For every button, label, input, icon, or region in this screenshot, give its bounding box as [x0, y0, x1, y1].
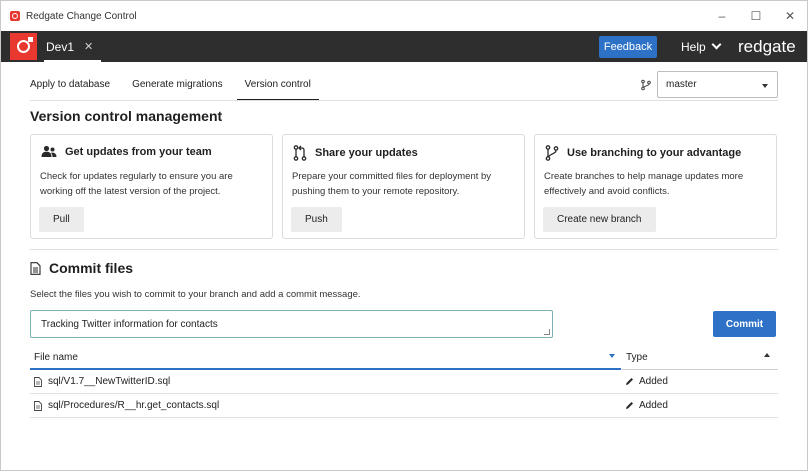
database-tab[interactable]: Dev1 ✕: [44, 31, 102, 62]
push-button[interactable]: Push: [291, 207, 342, 232]
page-title: Version control management: [30, 108, 223, 124]
type-cell: Added: [639, 400, 668, 411]
card-description: Create branches to help manage updates m…: [544, 171, 744, 197]
card-description: Prepare your committed files for deploym…: [292, 171, 492, 197]
maximize-button[interactable]: ☐: [739, 1, 773, 31]
main-nav: Apply to database Generate migrations Ve…: [30, 79, 333, 101]
card-branching: Use branching to your advantage Create b…: [534, 134, 777, 239]
commit-button[interactable]: Commit: [713, 311, 776, 337]
card-title: Share your updates: [315, 147, 418, 159]
branch-select-value: master: [666, 79, 697, 90]
commit-description: Select the files you wish to commit to y…: [30, 289, 361, 300]
window-title: Redgate Change Control: [26, 10, 137, 22]
branch-icon: [545, 145, 559, 161]
create-branch-button[interactable]: Create new branch: [543, 207, 656, 232]
git-branch-icon: [641, 79, 651, 91]
brand-wordmark: redgate: [738, 36, 796, 56]
card-share-updates: Share your updates Prepare your committe…: [282, 134, 525, 239]
sort-desc-icon[interactable]: [609, 354, 615, 358]
tab-apply-to-database[interactable]: Apply to database: [30, 79, 110, 101]
close-tab-icon[interactable]: ✕: [84, 40, 93, 53]
feedback-button[interactable]: Feedback: [599, 36, 657, 58]
help-label: Help: [681, 39, 706, 54]
team-icon: [41, 145, 57, 157]
tab-version-control[interactable]: Version control: [236, 79, 320, 101]
table-row[interactable]: sql/V1.7__NewTwitterID.sql Added: [30, 370, 778, 394]
file-icon: [34, 376, 42, 387]
card-title: Use branching to your advantage: [567, 147, 742, 159]
minimize-button[interactable]: –: [705, 1, 739, 31]
redgate-logo-icon: [10, 33, 37, 60]
file-name-cell: sql/V1.7__NewTwitterID.sql: [48, 376, 171, 387]
sort-asc-icon[interactable]: [764, 353, 770, 357]
column-header-file-name[interactable]: File name: [30, 350, 621, 370]
nav-divider: [30, 100, 778, 101]
help-menu-button[interactable]: Help: [681, 31, 722, 62]
card-get-updates: Get updates from your team Check for upd…: [30, 134, 273, 239]
close-window-button[interactable]: ✕: [773, 1, 807, 31]
file-name-cell: sql/Procedures/R__hr.get_contacts.sql: [48, 400, 220, 411]
chevron-down-icon: [711, 39, 722, 50]
file-icon: [34, 400, 42, 411]
caret-down-icon: [762, 84, 768, 88]
type-cell: Added: [639, 376, 668, 387]
table-row[interactable]: sql/Procedures/R__hr.get_contacts.sql Ad…: [30, 394, 778, 418]
title-bar: Redgate Change Control – ☐ ✕: [1, 1, 807, 31]
card-title: Get updates from your team: [65, 145, 212, 158]
document-icon: [30, 261, 41, 275]
branch-select[interactable]: master: [657, 71, 778, 98]
commit-message-input[interactable]: Tracking Twitter information for contact…: [30, 310, 553, 338]
column-header-label: File name: [34, 352, 78, 363]
commit-section-title: Commit files: [30, 260, 133, 276]
pencil-icon: [626, 402, 633, 409]
column-header-label: Type: [626, 352, 648, 363]
pull-button[interactable]: Pull: [39, 207, 84, 232]
section-divider: [30, 249, 778, 250]
column-header-type[interactable]: Type: [622, 350, 778, 370]
tab-generate-migrations[interactable]: Generate migrations: [132, 79, 223, 101]
pencil-icon: [626, 378, 633, 385]
window-controls: – ☐ ✕: [705, 1, 807, 31]
app-window: Redgate Change Control – ☐ ✕ Dev1 ✕ Feed…: [0, 0, 808, 471]
commit-message-value: Tracking Twitter information for contact…: [41, 319, 218, 330]
resize-grip-icon[interactable]: [544, 329, 550, 335]
app-icon: [10, 11, 20, 21]
commit-title-label: Commit files: [49, 260, 134, 276]
card-description: Check for updates regularly to ensure yo…: [40, 171, 233, 197]
pull-request-icon: [293, 145, 307, 161]
database-tab-label: Dev1: [46, 39, 75, 54]
